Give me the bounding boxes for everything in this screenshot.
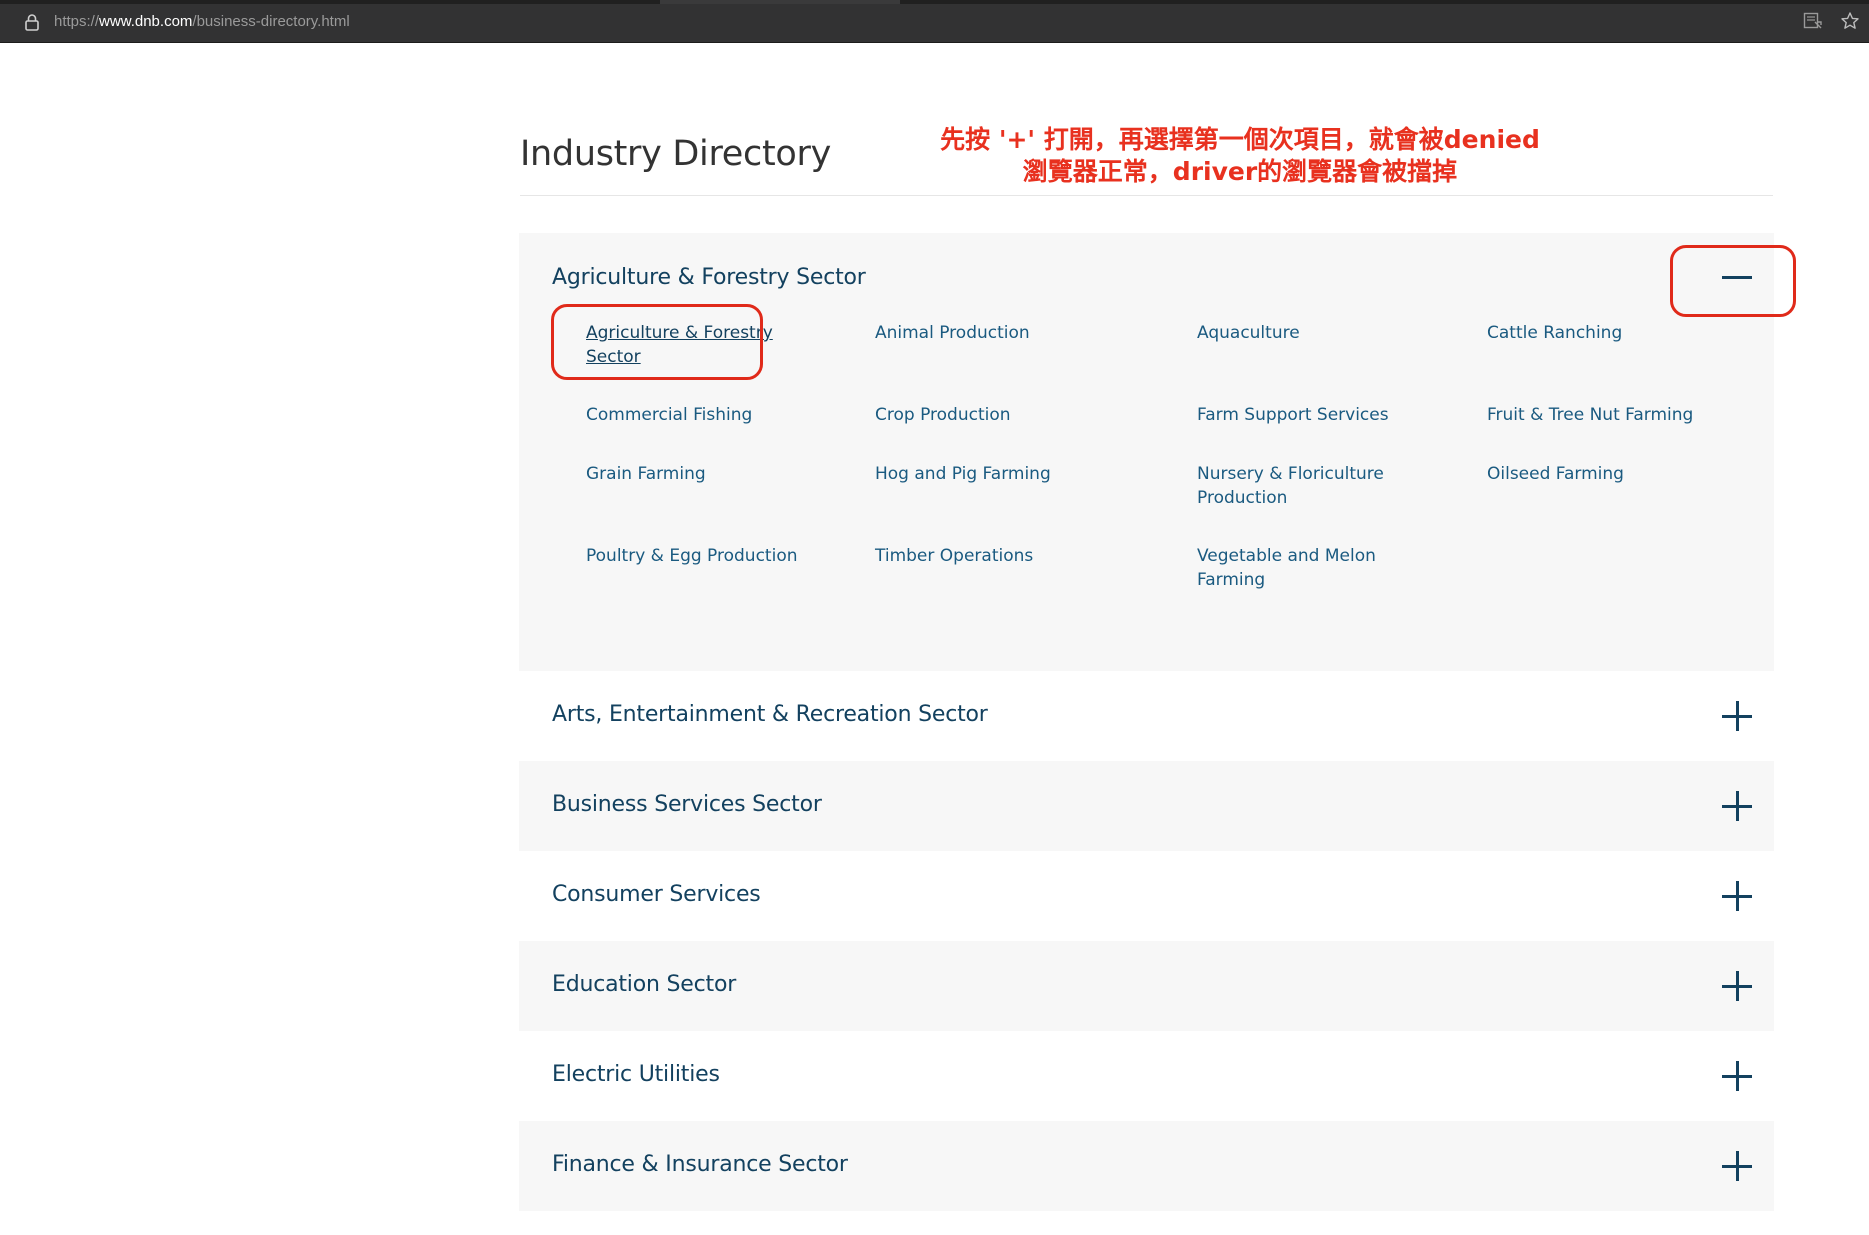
- subsector-link[interactable]: Fruit & Tree Nut Farming: [1487, 403, 1747, 427]
- reader-view-icon[interactable]: [1803, 12, 1823, 30]
- subsector-link[interactable]: Animal Production: [875, 321, 1155, 345]
- page-title: Industry Directory: [520, 134, 832, 174]
- expand-button[interactable]: [1720, 969, 1754, 1003]
- subsector-link[interactable]: Farm Support Services: [1197, 403, 1457, 427]
- url-field[interactable]: https://www.dnb.com/business-directory.h…: [54, 13, 350, 30]
- subsector-link[interactable]: Commercial Fishing: [586, 403, 846, 427]
- sector-title[interactable]: Education Sector: [552, 972, 736, 997]
- subsector-link[interactable]: Grain Farming: [586, 462, 846, 486]
- sector-panel[interactable]: Finance & Insurance Sector: [519, 1121, 1774, 1211]
- subsector-link[interactable]: Hog and Pig Farming: [875, 462, 1155, 486]
- plus-icon-vertical: [1736, 1151, 1739, 1181]
- annotation-line-2: 瀏覽器正常，driver的瀏覽器會被擋掉: [1022, 157, 1458, 186]
- sector-panel[interactable]: Consumer Services: [519, 851, 1774, 941]
- lock-icon: [25, 14, 39, 31]
- subsector-link[interactable]: Poultry & Egg Production: [586, 544, 846, 568]
- plus-icon-vertical: [1736, 971, 1739, 1001]
- highlight-first-subsector: [551, 304, 763, 380]
- annotation-line-1: 先按 '+' 打開，再選擇第一個次項目，就會被denied: [940, 125, 1540, 154]
- sector-panel[interactable]: Electric Utilities: [519, 1031, 1774, 1121]
- sector-title-agriculture[interactable]: Agriculture & Forestry Sector: [552, 265, 866, 290]
- plus-icon-vertical: [1736, 791, 1739, 821]
- active-tab-indicator[interactable]: [660, 0, 900, 4]
- sector-panel[interactable]: Arts, Entertainment & Recreation Sector: [519, 671, 1774, 761]
- subsector-link[interactable]: Oilseed Farming: [1487, 462, 1747, 486]
- sector-panel[interactable]: Business Services Sector: [519, 761, 1774, 851]
- title-divider: [520, 195, 1773, 196]
- browser-address-bar: https://www.dnb.com/business-directory.h…: [0, 0, 1869, 43]
- sector-title[interactable]: Finance & Insurance Sector: [552, 1152, 848, 1177]
- subsector-link[interactable]: Nursery & Floriculture Production: [1197, 462, 1397, 510]
- annotation-note: 先按 '+' 打開，再選擇第一個次項目，就會被denied 瀏覽器正常，driv…: [940, 124, 1540, 188]
- sector-title[interactable]: Business Services Sector: [552, 792, 822, 817]
- sector-title[interactable]: Arts, Entertainment & Recreation Sector: [552, 702, 988, 727]
- url-path: /business-directory.html: [192, 13, 350, 30]
- sector-title[interactable]: Electric Utilities: [552, 1062, 720, 1087]
- expand-button[interactable]: [1720, 879, 1754, 913]
- subsector-link[interactable]: Vegetable and Melon Farming: [1197, 544, 1397, 592]
- bookmark-star-icon[interactable]: [1840, 11, 1860, 31]
- sector-title[interactable]: Consumer Services: [552, 882, 761, 907]
- tab-strip: [0, 0, 1869, 4]
- highlight-toggle-button: [1670, 245, 1796, 317]
- expand-button[interactable]: [1720, 1149, 1754, 1183]
- url-scheme: https://: [54, 13, 100, 30]
- plus-icon-vertical: [1736, 1061, 1739, 1091]
- subsector-link[interactable]: Timber Operations: [875, 544, 1155, 568]
- subsector-link[interactable]: Aquaculture: [1197, 321, 1457, 345]
- sector-panel[interactable]: Education Sector: [519, 941, 1774, 1031]
- subsector-link[interactable]: Cattle Ranching: [1487, 321, 1747, 345]
- expand-button[interactable]: [1720, 699, 1754, 733]
- subsector-link[interactable]: Crop Production: [875, 403, 1155, 427]
- expand-button[interactable]: [1720, 1059, 1754, 1093]
- url-host: www.dnb.com: [99, 13, 193, 30]
- plus-icon-vertical: [1736, 881, 1739, 911]
- expand-button[interactable]: [1720, 789, 1754, 823]
- sector-panel-agriculture: Agriculture & Forestry Sector Agricultur…: [519, 233, 1774, 671]
- plus-icon-vertical: [1736, 701, 1739, 731]
